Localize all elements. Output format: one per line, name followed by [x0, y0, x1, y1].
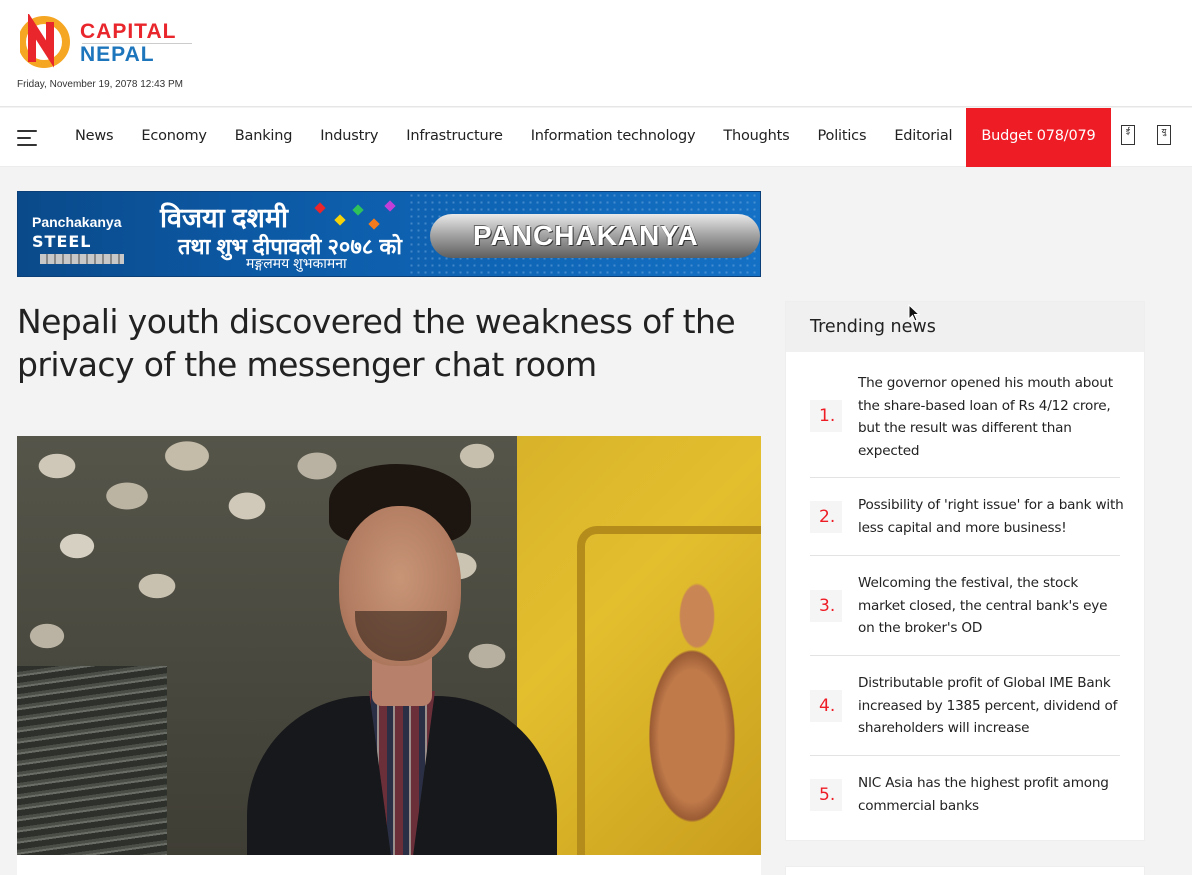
logo-text-capital: CAPITAL [80, 20, 177, 43]
nav-item-information-technology[interactable]: Information technology [517, 108, 710, 167]
trending-item[interactable]: 2. Possibility of 'right issue' for a ba… [810, 478, 1124, 556]
nav-item-banking[interactable]: Banking [221, 108, 306, 167]
trending-rank: 5. [810, 779, 842, 811]
nav-item-economy[interactable]: Economy [127, 108, 220, 167]
trending-link[interactable]: Distributable profit of Global IME Bank … [858, 672, 1124, 740]
nav-item-thoughts[interactable]: Thoughts [709, 108, 803, 167]
ad-pipe-text: PANCHAKANYA [473, 220, 699, 251]
nav-item-news[interactable]: News [61, 108, 127, 167]
mouse-cursor-icon [908, 304, 920, 322]
ad-brand-steel: STEEL [32, 232, 92, 251]
trending-link[interactable]: The governor opened his mouth about the … [858, 372, 1124, 462]
trending-rank: 4. [810, 690, 842, 722]
article-photo[interactable] [17, 436, 761, 855]
trending-news-panel: Trending news 1. The governor opened his… [785, 301, 1145, 841]
logo-n-icon [20, 14, 70, 68]
logo-text-nepal: NEPAL [80, 43, 155, 66]
nav-item-infrastructure[interactable]: Infrastructure [392, 108, 516, 167]
trending-heading: Trending news [786, 302, 1144, 352]
epaper-icon[interactable]: ई [1121, 125, 1135, 145]
nav-item-politics[interactable]: Politics [804, 108, 881, 167]
nav-item-industry[interactable]: Industry [306, 108, 392, 167]
trending-rank: 3. [810, 590, 842, 622]
current-date: Friday, November 19, 2078 12:43 PM [17, 79, 184, 90]
trending-rank: 2. [810, 501, 842, 533]
ad-brand-name: Panchakanya [32, 214, 122, 230]
sidebar-next-widget [785, 866, 1145, 875]
ad-greeting-title: विजया दशमी [160, 203, 289, 233]
site-logo[interactable]: CAPITAL NEPAL [20, 12, 195, 70]
nav-item-editorial[interactable]: Editorial [880, 108, 966, 167]
trending-link[interactable]: NIC Asia has the highest profit among co… [858, 772, 1124, 817]
site-header: CAPITAL NEPAL Friday, November 19, 2078 … [0, 0, 1192, 107]
trending-item[interactable]: 4. Distributable profit of Global IME Ba… [810, 656, 1120, 756]
nav-item-budget[interactable]: Budget 078/079 [966, 108, 1111, 167]
trending-item[interactable]: 3. Welcoming the festival, the stock mar… [810, 556, 1120, 656]
trending-item[interactable]: 5. NIC Asia has the highest profit among… [810, 756, 1120, 838]
article-title: Nepali youth discovered the weakness of … [17, 302, 736, 384]
ad-greeting-wish: मङ्गलमय शुभकामना [246, 255, 347, 271]
trending-link[interactable]: Possibility of 'right issue' for a bank … [858, 494, 1124, 539]
unicode-icon[interactable]: यु [1157, 125, 1171, 145]
trending-rank: 1. [810, 400, 842, 432]
main-nav: News Economy Banking Industry Infrastruc… [0, 108, 1192, 167]
trending-link[interactable]: Welcoming the festival, the stock market… [858, 572, 1124, 640]
menu-icon[interactable] [17, 130, 39, 146]
banner-ad[interactable]: Panchakanya STEEL विजया दशमी तथा शुभ दीप… [17, 191, 761, 277]
trending-item[interactable]: 1. The governor opened his mouth about t… [810, 366, 1120, 478]
nav-items: News Economy Banking Industry Infrastruc… [61, 108, 1111, 167]
ad-steel-bars [40, 254, 124, 264]
photo-caption-area [17, 855, 761, 875]
